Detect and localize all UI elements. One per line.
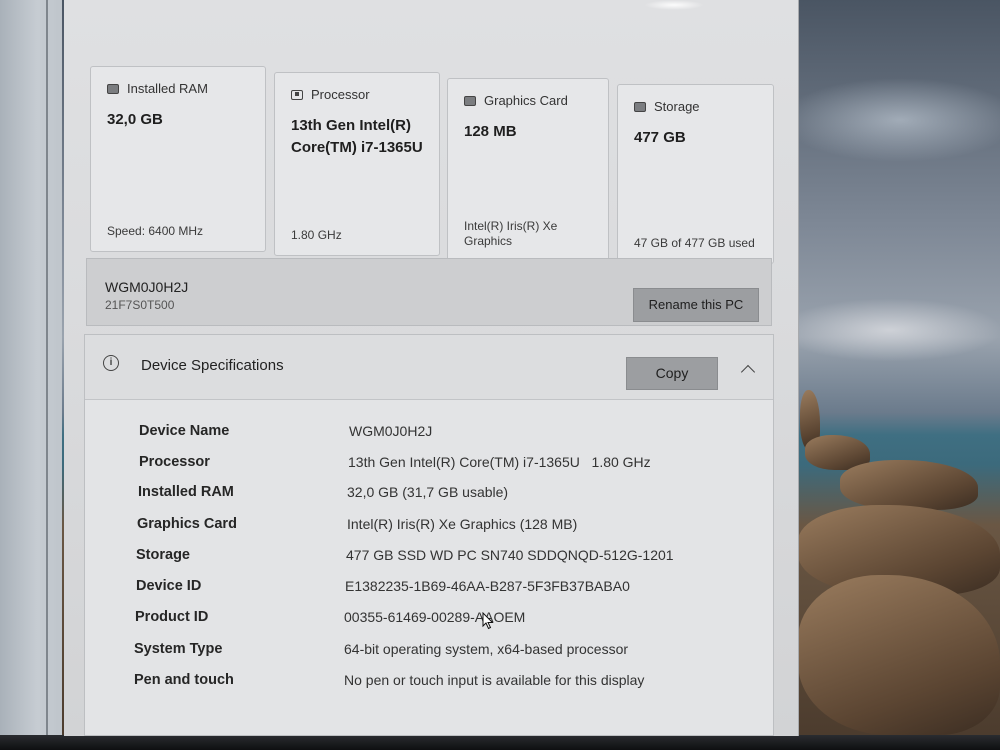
card-value: 477 GB (634, 129, 686, 146)
card-detail: 47 GB of 477 GB used (634, 236, 755, 250)
card-detail: Intel(R) Iris(R) Xe Graphics (464, 219, 558, 248)
card-value: 128 MB (464, 123, 517, 140)
spec-row: System Type 64-bit operating system, x64… (85, 641, 773, 665)
spec-label: Product ID (135, 609, 209, 625)
rock (840, 460, 978, 510)
spec-value: WGM0J0H2J (349, 423, 433, 439)
spec-label: Device Name (139, 423, 230, 439)
pc-name-bar: WGM0J0H2J 21F7S0T500 Rename this PC (86, 258, 772, 326)
spec-value: 64-bit operating system, x64-based proce… (344, 641, 629, 657)
window-border (46, 0, 48, 735)
spec-row: Installed RAM 32,0 GB (31,7 GB usable) (85, 484, 773, 508)
spec-row: Device Name WGM0J0H2J (85, 423, 773, 447)
storage-icon (634, 101, 646, 112)
card-header: Storage (634, 99, 700, 114)
processor-icon (291, 89, 303, 100)
spec-label: Installed RAM (138, 484, 234, 500)
rename-pc-button[interactable]: Rename this PC (633, 288, 759, 322)
card-header: Installed RAM (107, 81, 208, 96)
pc-model: 21F7S0T500 (105, 298, 175, 312)
spec-label: Device ID (136, 578, 202, 594)
card-storage: Storage 477 GB 47 GB of 477 GB used (617, 84, 774, 264)
card-header: Processor (291, 87, 370, 102)
spec-value: Intel(R) Iris(R) Xe Graphics (128 MB) (347, 516, 578, 532)
card-title: Storage (654, 99, 700, 114)
spec-label: Storage (136, 547, 190, 563)
card-installed-ram: Installed RAM 32,0 GB Speed: 6400 MHz (90, 66, 266, 252)
info-icon: i (103, 355, 119, 371)
spec-label: Processor (139, 454, 210, 470)
spec-value: E1382235-1B69-46AA-B287-5F3FB37BABA0 (345, 578, 630, 594)
spec-row: Processor 13th Gen Intel(R) Core(TM) i7-… (85, 454, 773, 478)
background-window-edge (0, 0, 62, 750)
card-title: Graphics Card (484, 93, 568, 108)
memory-icon (107, 83, 119, 94)
graphics-card-icon (464, 95, 476, 106)
spec-row: Product ID 00355-61469-00289-AAOEM (85, 609, 773, 633)
spec-label: Graphics Card (137, 516, 237, 532)
chevron-up-icon[interactable] (740, 364, 756, 380)
monitor-bezel (0, 735, 1000, 750)
card-detail: Speed: 6400 MHz (107, 224, 204, 238)
spec-label: System Type (134, 641, 223, 657)
screen-glare (644, 0, 704, 10)
spec-row: Pen and touch No pen or touch input is a… (85, 672, 773, 696)
copy-button[interactable]: Copy (626, 357, 718, 390)
spec-value: 13th Gen Intel(R) Core(TM) i7-1365U 1.80… (348, 454, 651, 470)
spec-value: 32,0 GB (31,7 GB usable) (347, 484, 509, 500)
spec-label: Pen and touch (134, 672, 234, 688)
spec-value: 00355-61469-00289-AAOEM (344, 609, 526, 625)
card-value: 13th Gen Intel(R) Core(TM) i7-1365U (291, 117, 423, 156)
mouse-cursor-icon (482, 612, 494, 630)
spec-value: No pen or touch input is available for t… (344, 672, 645, 688)
spec-row: Device ID E1382235-1B69-46AA-B287-5F3FB3… (85, 578, 773, 602)
device-specifications-panel: i Device Specifications Copy Device Name… (84, 334, 774, 736)
settings-about-window: Installed RAM 32,0 GB Speed: 6400 MHz Pr… (64, 0, 799, 736)
card-detail: 1.80 GHz (291, 228, 342, 242)
spec-value: 477 GB SSD WD PC SN740 SDDQNQD-512G-1201 (346, 547, 674, 563)
card-graphics: Graphics Card 128 MB Intel(R) Iris(R) Xe… (447, 78, 609, 262)
card-value: 32,0 GB (107, 111, 163, 128)
spec-row: Graphics Card Intel(R) Iris(R) Xe Graphi… (85, 516, 773, 540)
rock (798, 575, 1000, 735)
card-title: Installed RAM (127, 81, 208, 96)
card-header: Graphics Card (464, 93, 568, 108)
pc-name: WGM0J0H2J (105, 279, 189, 295)
section-title: Device Specifications (141, 357, 284, 374)
card-title: Processor (311, 87, 370, 102)
device-specifications-header[interactable]: i Device Specifications Copy (85, 335, 773, 400)
card-processor: Processor 13th Gen Intel(R) Core(TM) i7-… (274, 72, 440, 256)
spec-row: Storage 477 GB SSD WD PC SN740 SDDQNQD-5… (85, 547, 773, 571)
